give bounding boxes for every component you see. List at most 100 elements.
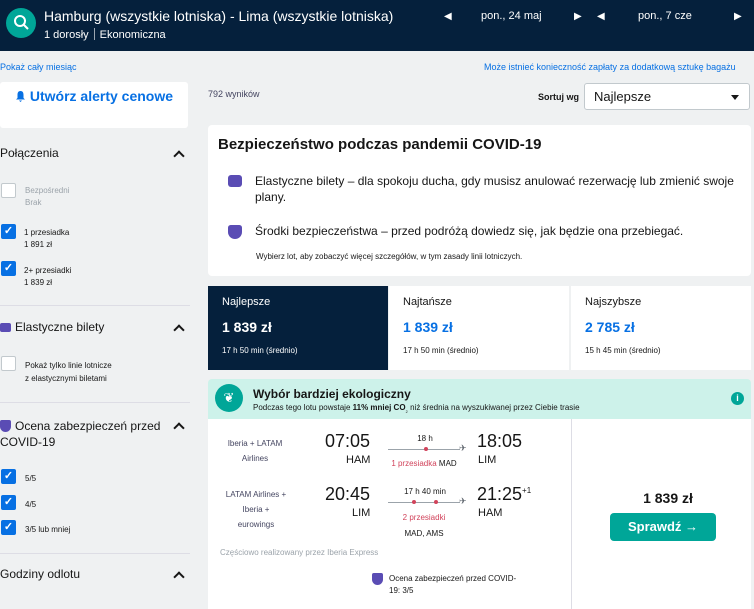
- tab-best[interactable]: Najlepsze 1 839 zł 17 h 50 min (średnio): [208, 286, 388, 370]
- inbound-airline-line2: Iberia +: [242, 505, 270, 514]
- passenger-count: 1 dorosły: [44, 29, 89, 41]
- depart-date[interactable]: pon., 24 maj: [481, 10, 542, 22]
- chevron-up-icon[interactable]: [173, 571, 185, 583]
- info-icon[interactable]: i: [731, 392, 744, 405]
- eco-sub-bold: 11% mniej CO: [352, 403, 406, 412]
- rating-4-label: 4/5: [25, 500, 37, 509]
- two-plus-stops-checkbox[interactable]: ✓: [1, 261, 16, 276]
- shield-icon: [228, 225, 242, 239]
- covid-card-title: Bezpieczeństwo podczas pandemii COVID-19: [218, 136, 542, 153]
- rating-3-or-less-checkbox[interactable]: ✓: [1, 520, 16, 535]
- outbound-departure-airport: HAM: [346, 454, 371, 466]
- leaf-icon: ❦: [215, 384, 243, 412]
- covid-card-note: Wybierz lot, aby zobaczyć więcej szczegó…: [256, 252, 523, 261]
- prev-depart-date-button[interactable]: ◀: [444, 11, 452, 22]
- flexible-only-line2: z elastycznymi biletami: [25, 374, 107, 383]
- rating-5-label: 5/5: [25, 474, 37, 483]
- covid-safety-rating: Ocena zabezpieczeń przed COVID- 19: 3/5: [372, 573, 516, 597]
- plane-icon: ✈: [459, 496, 467, 506]
- inbound-departure-airport: LIM: [352, 507, 371, 519]
- tab-price: 1 839 zł: [222, 319, 272, 335]
- sort-select[interactable]: Najlepsze: [584, 83, 750, 110]
- shield-icon: [0, 420, 11, 432]
- passengers-cabin[interactable]: 1 dorosły Ekonomiczna: [44, 28, 166, 41]
- chevron-up-icon[interactable]: [173, 422, 185, 434]
- inbound-airline-line3: eurowings: [237, 520, 275, 529]
- flexible-tickets-title: Elastyczne bilety: [15, 320, 105, 334]
- outbound-stops-count: 1 przesiadka: [391, 459, 437, 468]
- tab-label: Najszybsze: [585, 296, 642, 308]
- eco-sub-suffix: niż średnia na wyszukiwanej przez Ciebie…: [407, 403, 580, 412]
- two-plus-stops-option: 2+ przesiadki 1 839 zł: [24, 265, 71, 289]
- prev-return-date-button[interactable]: ◀: [597, 11, 605, 22]
- connections-filter-title[interactable]: Połączenia: [0, 146, 59, 160]
- rating-4-checkbox[interactable]: ✓: [1, 495, 16, 510]
- next-return-date-button[interactable]: ▶: [734, 11, 742, 22]
- stop-dot: [434, 500, 438, 504]
- covid-rating-title-line2: COVID-19: [0, 435, 56, 449]
- outbound-airline-line1: Iberia + LATAM: [227, 439, 283, 448]
- direct-option: Bezpośredni Brak: [25, 185, 69, 209]
- baggage-fee-link[interactable]: Może istnieć konieczność zapłaty za doda…: [484, 62, 736, 72]
- flexible-tickets-filter-title[interactable]: Elastyczne bilety: [0, 320, 104, 334]
- direct-checkbox[interactable]: [1, 183, 16, 198]
- inbound-duration: 17 h 40 min: [404, 487, 446, 496]
- eco-subtitle: Podczas tego lotu powstaje 11% mniej CO₂…: [253, 403, 580, 415]
- two-plus-stops-price: 1 839 zł: [24, 278, 53, 287]
- eco-sub-prefix: Podczas tego lotu powstaje: [253, 403, 353, 412]
- inbound-stops-count: 2 przesiadki: [402, 513, 446, 522]
- rating-3-or-less-label: 3/5 lub mniej: [25, 525, 71, 534]
- one-stop-checkbox[interactable]: ✓: [1, 224, 16, 239]
- covid-rating-title-line1: Ocena zabezpieczeń przed: [15, 419, 161, 433]
- tab-duration: 17 h 50 min (średnio): [222, 346, 298, 355]
- results-count: 792 wyników: [208, 89, 260, 99]
- divider: [0, 402, 190, 403]
- tab-cheapest[interactable]: Najtańsze 1 839 zł 17 h 50 min (średnio): [389, 286, 569, 370]
- stop-dot: [412, 500, 416, 504]
- inbound-airline-line1: LATAM Airlines +: [225, 490, 287, 499]
- route-title[interactable]: Hamburg (wszystkie lotniska) - Lima (wsz…: [44, 8, 393, 24]
- departure-times-filter-title[interactable]: Godziny odlotu: [0, 567, 80, 581]
- cabin-class: Ekonomiczna: [99, 29, 166, 41]
- ticket-icon: [0, 323, 11, 332]
- covid-safety-card: Bezpieczeństwo podczas pandemii COVID-19…: [208, 125, 751, 276]
- tab-fastest[interactable]: Najszybsze 2 785 zł 15 h 45 min (średnio…: [571, 286, 751, 370]
- one-stop-option: 1 przesiadka 1 891 zł: [24, 227, 69, 251]
- inbound-stops-via: MAD, AMS: [404, 529, 444, 538]
- direct-price: Brak: [25, 198, 42, 207]
- divider: [571, 419, 572, 609]
- outbound-departure-time: 07:05: [325, 431, 371, 451]
- bell-icon: [15, 91, 25, 102]
- inbound-route-line: [388, 502, 460, 503]
- outbound-duration: 18 h: [417, 434, 433, 443]
- outbound-arrival-airport: LIM: [478, 454, 497, 466]
- flight-price: 1 839 zł: [643, 490, 693, 506]
- sort-selected-value: Najlepsze: [594, 89, 652, 104]
- rating-5-checkbox[interactable]: ✓: [1, 469, 16, 484]
- flexible-only-line1: Pokaż tylko linie lotnicze: [25, 361, 112, 370]
- flexible-only-checkbox[interactable]: [1, 356, 16, 371]
- divider: [0, 553, 190, 554]
- divider: [0, 305, 190, 306]
- next-depart-date-button[interactable]: ▶: [574, 11, 582, 22]
- chevron-up-icon[interactable]: [173, 324, 185, 336]
- search-button[interactable]: [6, 8, 36, 38]
- flexible-tickets-text: Elastyczne bilety – dla spokoju ducha, g…: [255, 174, 734, 204]
- return-date[interactable]: pon., 7 cze: [638, 10, 692, 22]
- outbound-airline: Iberia + LATAM Airlines: [220, 436, 290, 466]
- inbound-arrival-time-value: 21:25: [477, 484, 523, 504]
- flight-result-card[interactable]: Iberia + LATAM Airlines 07:05 HAM 18 h ✈ …: [208, 419, 751, 609]
- create-price-alert-button[interactable]: Utwórz alerty cenowe: [0, 82, 188, 128]
- search-icon: [14, 15, 29, 30]
- dropdown-caret-icon: [731, 95, 739, 100]
- direct-label: Bezpośredni: [25, 186, 70, 195]
- safety-measures-text: Środki bezpieczeństwa – przed podróżą do…: [255, 224, 684, 238]
- show-whole-month-link[interactable]: Pokaż cały miesiąc: [0, 62, 77, 72]
- chevron-up-icon[interactable]: [173, 150, 185, 162]
- flexible-only-option: Pokaż tylko linie lotnicze z elastycznymi…: [25, 359, 112, 385]
- check-flight-button[interactable]: Sprawdź →: [610, 513, 716, 541]
- tab-label: Najtańsze: [403, 296, 452, 308]
- covid-rating-filter-title[interactable]: Ocena zabezpieczeń przed COVID-19: [0, 418, 160, 450]
- inbound-arrival-airport: HAM: [478, 507, 503, 519]
- tab-duration: 17 h 50 min (średnio): [403, 346, 479, 355]
